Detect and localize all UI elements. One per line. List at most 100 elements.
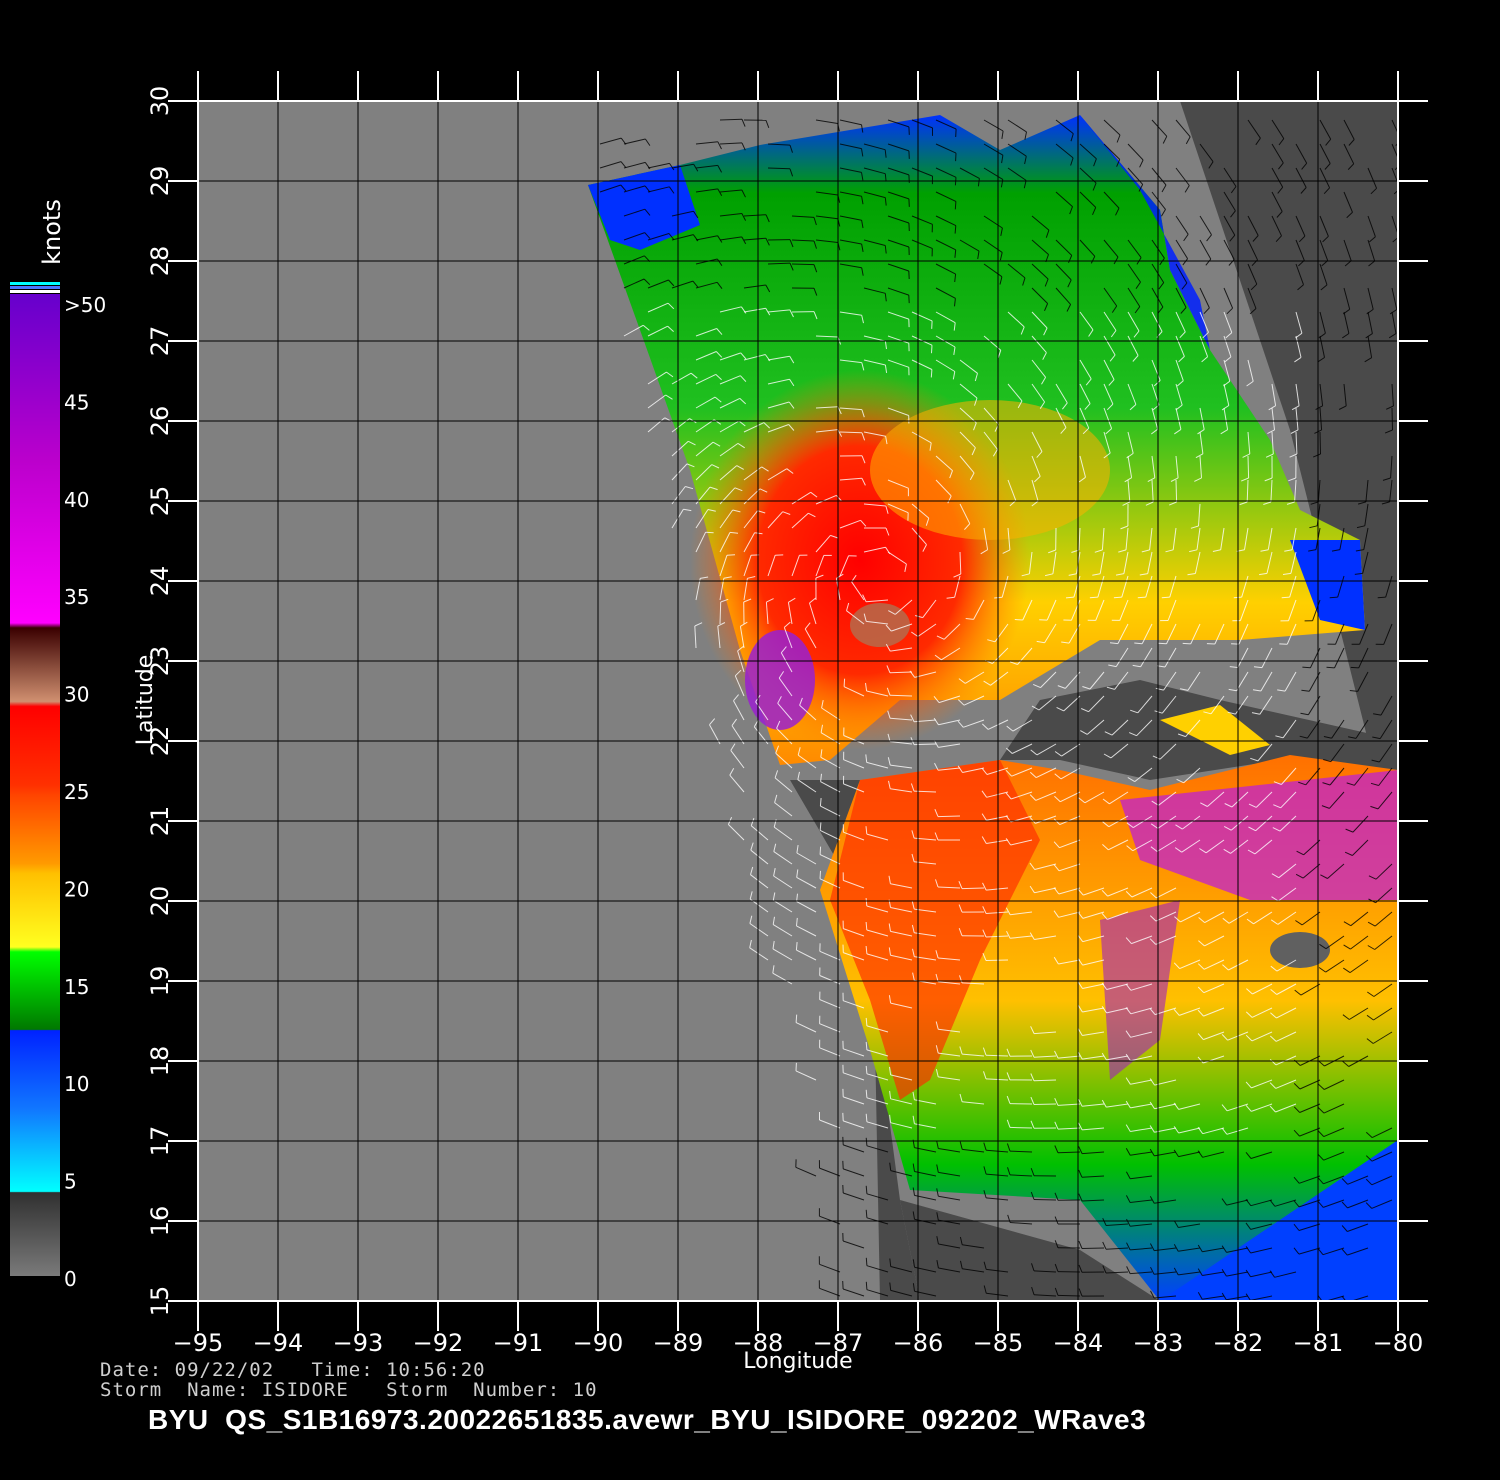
colorbar-tick-label: 35 — [64, 585, 89, 609]
info-storm: Storm Name: ISIDORE Storm Number: 10 — [100, 1379, 598, 1401]
wind-barb — [1391, 407, 1393, 431]
lat-tick-label: 28 — [146, 246, 174, 277]
wind-barb-flag — [930, 369, 933, 378]
lat-tick-label: 17 — [146, 1126, 174, 1157]
wind-barb-flag — [1281, 596, 1290, 599]
wind-barb-flag — [865, 1209, 868, 1218]
wind-barb-flag — [1182, 642, 1191, 645]
wind-barb-flag — [865, 921, 868, 931]
lat-tick-label: 21 — [146, 806, 174, 837]
wind-barb — [985, 959, 1009, 961]
lat-tick-label: 18 — [146, 1046, 174, 1077]
wind-barb-flag — [1158, 642, 1167, 645]
wind-barb — [1033, 1103, 1057, 1105]
colorbar-tick-label: 25 — [64, 780, 89, 804]
wind-barb-flag — [1302, 666, 1311, 669]
lon-tick-label: −85 — [973, 1329, 1024, 1357]
wind-barb — [719, 601, 722, 625]
wind-barb-flag — [705, 531, 714, 534]
wind-barb-flag — [1377, 596, 1386, 599]
lon-tick-label: −80 — [1373, 1329, 1424, 1357]
colorbar-tick-labels: 0 5 10 15 20 25 30 35 40 45 >50 — [64, 293, 106, 1291]
wind-barb-flag — [865, 1065, 868, 1074]
wind-barb — [1319, 431, 1321, 455]
lat-tick-label: 19 — [146, 966, 174, 997]
lon-tick-label: −84 — [1053, 1329, 1104, 1357]
wind-barb-flag — [954, 201, 957, 210]
wind-barb-flag — [795, 942, 798, 951]
wind-barb — [1033, 1199, 1057, 1201]
wind-barb — [1057, 1294, 1081, 1297]
wind-barb — [791, 263, 815, 266]
island-small — [1270, 932, 1330, 968]
lat-tick-label: 26 — [146, 406, 174, 437]
wind-barb-flag — [865, 1281, 868, 1290]
lon-tick-label: −93 — [333, 1329, 384, 1357]
lat-tick-label: 24 — [146, 566, 174, 597]
wind-barb-flag — [1113, 596, 1122, 599]
colorbar-tick-label: 5 — [64, 1170, 77, 1194]
lat-tick-label: 29 — [146, 166, 174, 197]
wind-barb-flag — [1326, 666, 1335, 669]
wind-barb — [913, 743, 937, 746]
wind-barb-flag — [931, 345, 933, 354]
wind-barb-flag — [1134, 642, 1143, 645]
wind-barb — [937, 815, 961, 818]
lon-tick-label: −81 — [1293, 1329, 1344, 1357]
colorbar-top-white — [10, 290, 60, 293]
lat-tick-label: 15 — [146, 1286, 174, 1317]
wind-barb — [1175, 479, 1178, 503]
colorbar-tick-label: 30 — [64, 683, 89, 707]
colorbar-ramp — [10, 294, 60, 1276]
wind-barb-flag — [1137, 596, 1146, 599]
info-date-time: Date: 09/22/02 Time: 10:56:20 — [100, 1359, 486, 1381]
figure-title: BYU QS_S1B16973.20022651835.avewr_BYU_IS… — [148, 1404, 1147, 1435]
wind-barb-flag — [865, 1185, 868, 1194]
wind-barb-flag — [865, 1089, 868, 1098]
wind-barb-flag — [865, 1041, 868, 1050]
colorbar-top-cyan — [10, 282, 60, 285]
wind-map-figure: −95 −94 −93 −92 −91 −90 −89 −88 −87 −86 −85 −84 −83−… — [10, 71, 1428, 1374]
wind-barb-flag — [843, 678, 846, 687]
wind-barb-flag — [865, 1257, 868, 1266]
longitude-axis-label: Longitude — [743, 1349, 852, 1374]
wind-barb-flag — [865, 1017, 868, 1026]
lon-tick-label: −91 — [493, 1329, 544, 1357]
wind-barb-flag — [1089, 596, 1098, 599]
colorbar-top-blue — [10, 286, 60, 289]
wind-barb — [1081, 1247, 1105, 1249]
lat-tick-label: 16 — [146, 1206, 174, 1237]
lon-tick-label: −95 — [173, 1329, 224, 1357]
colorbar-tick-label: >50 — [64, 293, 106, 317]
wind-barb-flag — [954, 225, 957, 234]
colorbar-tick-label: 20 — [64, 877, 89, 901]
lon-tick-label: −94 — [253, 1329, 304, 1357]
lon-tick-label: −89 — [653, 1329, 704, 1357]
colorbar-tick-label: 45 — [64, 390, 89, 414]
wind-barb — [961, 887, 985, 890]
lat-tick-label: 27 — [146, 326, 174, 357]
wind-barb-flag — [819, 798, 822, 807]
colorbar-tick-label: 10 — [64, 1072, 89, 1096]
wind-barb — [889, 694, 913, 697]
lat-tick-label: 30 — [146, 86, 174, 117]
wind-barb-flag — [865, 897, 868, 907]
wind-barb-flag — [865, 1137, 868, 1146]
lon-tick-label: −92 — [413, 1329, 464, 1357]
wind-barb-flag — [795, 1014, 798, 1023]
lon-tick-label: −83 — [1133, 1329, 1184, 1357]
lon-tick-label: −90 — [573, 1329, 624, 1357]
wind-barb — [1009, 1126, 1033, 1129]
wind-barb-flag — [819, 822, 822, 831]
colorbar-tick-label: 0 — [64, 1267, 77, 1291]
wind-barb-flag — [1161, 596, 1170, 599]
lat-tick-label: 25 — [146, 486, 174, 517]
lon-tick-label: −82 — [1213, 1329, 1264, 1357]
colorbar-tick-label: 15 — [64, 975, 89, 999]
wind-barb-flag — [819, 870, 821, 879]
lon-tick-label: −86 — [893, 1329, 944, 1357]
colorbar: knots 0 5 10 15 20 25 30 35 40 45 >50 — [10, 199, 106, 1291]
wind-barb-flag — [865, 1113, 868, 1122]
wind-barb-flag — [1329, 596, 1338, 599]
wind-barb — [1247, 455, 1250, 479]
